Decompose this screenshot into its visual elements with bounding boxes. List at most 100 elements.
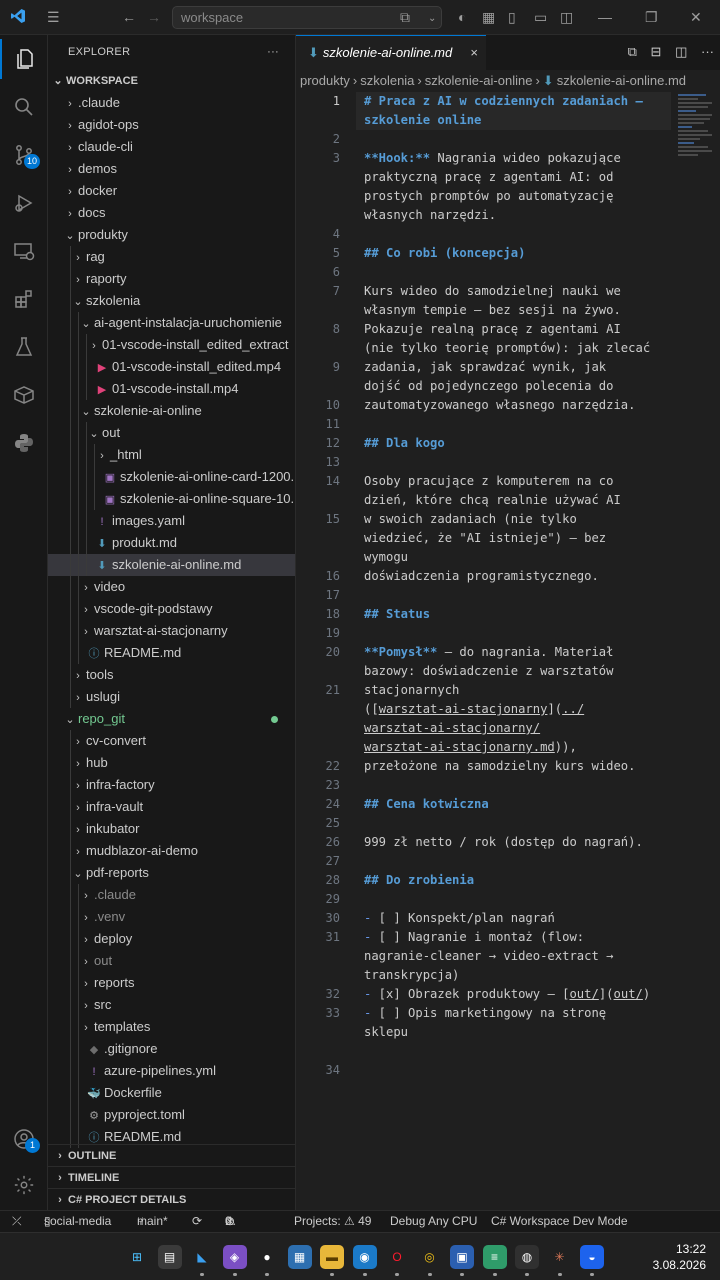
folder-app-icon[interactable]: ▬	[320, 1245, 344, 1269]
docker-icon[interactable]	[0, 375, 48, 415]
chrome-app-icon[interactable]: ◎	[418, 1245, 442, 1269]
file-item[interactable]: ▶ 01-vscode-install_edited.mp4	[48, 356, 295, 378]
code-token[interactable]: out/	[569, 987, 598, 1001]
remote-desktop-app-icon[interactable]: ▣	[450, 1245, 474, 1269]
folder-item[interactable]: › reports	[48, 972, 295, 994]
copilot-icon[interactable]: ⧉	[400, 8, 410, 26]
file-item[interactable]: ⓘ README.md	[48, 642, 295, 664]
folder-item[interactable]: ⌄ repo_git	[48, 708, 295, 730]
folder-item[interactable]: › claude-cli	[48, 136, 295, 158]
code-token[interactable]: warsztat-ai-stacjonarny.md	[364, 740, 555, 754]
account-icon[interactable]: 1	[0, 1119, 48, 1159]
folder-item[interactable]: ⌄ szkolenie-ai-online	[48, 400, 295, 422]
close-icon[interactable]: ✕	[690, 8, 702, 26]
folder-item[interactable]: › 01-vscode-install_edited_extract	[48, 334, 295, 356]
back-arrow-icon[interactable]: ←	[122, 8, 136, 26]
open-changes-icon[interactable]: ⊟	[651, 44, 662, 59]
edge-app-icon[interactable]: ◉	[352, 1245, 377, 1269]
breadcrumb-item[interactable]: szkolenie-ai-online	[425, 73, 533, 88]
menu-icon[interactable]: ☰	[47, 8, 60, 26]
folder-item[interactable]: › _html	[48, 444, 295, 466]
extensions-icon[interactable]	[0, 279, 48, 319]
folder-item[interactable]: › raporty	[48, 268, 295, 290]
code-token[interactable]: warsztat-ai-stacjonarny/	[364, 721, 540, 735]
run-debug-icon[interactable]	[0, 183, 48, 223]
breadcrumb-item[interactable]: szkolenie-ai-online.md	[557, 73, 686, 88]
file-item[interactable]: ⬇ szkolenie-ai-online.md	[48, 554, 295, 576]
folder-item[interactable]: › docker	[48, 180, 295, 202]
folder-item[interactable]: › inkubator	[48, 818, 295, 840]
code-token[interactable]: ../	[562, 702, 584, 716]
folder-item[interactable]: › .venv	[48, 906, 295, 928]
claude-app-icon[interactable]: ✳	[548, 1245, 572, 1269]
store-app-icon[interactable]: ▦	[287, 1245, 312, 1269]
open-preview-icon[interactable]: ⧉	[628, 44, 637, 59]
copilot-toggle-icon[interactable]: ◐	[458, 8, 466, 26]
folder-item[interactable]: › .claude	[48, 92, 295, 114]
close-tab-icon[interactable]: ×	[470, 36, 478, 70]
panel-icon[interactable]: ▭	[534, 8, 547, 26]
notepad-app-icon[interactable]: ≡	[482, 1245, 507, 1269]
folder-item[interactable]: › rag	[48, 246, 295, 268]
split-editor-icon[interactable]: ◫	[675, 44, 687, 59]
windows-start-icon[interactable]: ⊞	[125, 1245, 149, 1269]
file-item[interactable]: ⬇ produkt.md	[48, 532, 295, 554]
folder-item[interactable]: › vscode-git-podstawy	[48, 598, 295, 620]
sync-icon[interactable]: ⟳	[192, 1211, 202, 1232]
file-explorer-app-icon[interactable]: ▤	[157, 1245, 182, 1269]
folder-item[interactable]: › demos	[48, 158, 295, 180]
folder-item[interactable]: › hub	[48, 752, 295, 774]
projects-indicator[interactable]: Projects: ⚠ 49	[294, 1211, 371, 1232]
forward-arrow-icon[interactable]: →	[147, 8, 161, 26]
folder-item[interactable]: › templates	[48, 1016, 295, 1038]
chevron-down-icon[interactable]: ⌄	[428, 10, 436, 28]
folder-item[interactable]: › src	[48, 994, 295, 1016]
remote-indicator-icon[interactable]: ⤫	[12, 1211, 22, 1232]
folder-item[interactable]: › video	[48, 576, 295, 598]
remote-explorer-icon[interactable]	[0, 231, 48, 271]
breadcrumb-item[interactable]: szkolenia	[360, 73, 414, 88]
code-token[interactable]: out/	[614, 987, 643, 1001]
breadcrumb-item[interactable]: produkty	[300, 73, 350, 88]
folder-item[interactable]: › infra-factory	[48, 774, 295, 796]
folder-item[interactable]: › mudblazor-ai-demo	[48, 840, 295, 862]
sidebar-icon[interactable]: ▯	[508, 8, 516, 26]
code-token[interactable]: warsztat-ai-stacjonarny	[379, 702, 548, 716]
outline-panel[interactable]: › OUTLINE	[48, 1144, 295, 1166]
secondary-sidebar-icon[interactable]: ◫	[560, 8, 573, 26]
folder-item[interactable]: › cv-convert	[48, 730, 295, 752]
tab-szkolenie-ai-online-md[interactable]: ⬇ szkolenie-ai-online.md ×	[296, 35, 486, 70]
folder-item[interactable]: › agidot-ops	[48, 114, 295, 136]
folder-item[interactable]: ⌄ produkty	[48, 224, 295, 246]
opera-app-icon[interactable]: O	[385, 1245, 409, 1269]
restore-icon[interactable]: ❐	[645, 8, 658, 26]
vscode-app-icon[interactable]: ◣	[190, 1245, 214, 1269]
folder-item[interactable]: › docs	[48, 202, 295, 224]
folder-item[interactable]: ⌄ ai-agent-instalacja-uruchomienie	[48, 312, 295, 334]
source-control-icon[interactable]: 10	[0, 135, 48, 175]
folder-item[interactable]: › out	[48, 950, 295, 972]
explorer-icon[interactable]	[0, 39, 48, 79]
layout-icon[interactable]: ▦	[482, 8, 495, 26]
folder-item[interactable]: › infra-vault	[48, 796, 295, 818]
python-icon[interactable]	[0, 423, 48, 463]
more-actions-icon[interactable]: ···	[267, 35, 279, 70]
debug-config[interactable]: Debug Any CPU	[390, 1211, 477, 1232]
folder-item[interactable]: ⌄ pdf-reports	[48, 862, 295, 884]
system-clock[interactable]: 13:22 3.08.2026	[653, 1241, 706, 1273]
testing-icon[interactable]	[0, 327, 48, 367]
csharp-project-details-panel[interactable]: › C# PROJECT DETAILS	[48, 1188, 295, 1210]
docker-app-icon[interactable]: ◒	[580, 1245, 604, 1269]
file-item[interactable]: ! images.yaml	[48, 510, 295, 532]
file-item[interactable]: ▣ szkolenie-ai-online-card-1200...	[48, 466, 295, 488]
visual-studio-app-icon[interactable]: ◈	[222, 1245, 247, 1269]
folder-item[interactable]: › tools	[48, 664, 295, 686]
settings-gear-icon[interactable]	[0, 1165, 48, 1205]
workspace-mode[interactable]: C# Workspace Dev Mode	[491, 1211, 628, 1232]
timeline-panel[interactable]: › TIMELINE	[48, 1166, 295, 1188]
file-item[interactable]: 🐳 Dockerfile	[48, 1082, 295, 1104]
search-icon[interactable]	[0, 87, 48, 127]
obs-app-icon[interactable]: ◍	[515, 1245, 539, 1269]
folder-item[interactable]: › warsztat-ai-stacjonarny	[48, 620, 295, 642]
more-actions-icon[interactable]: ···	[701, 44, 714, 59]
